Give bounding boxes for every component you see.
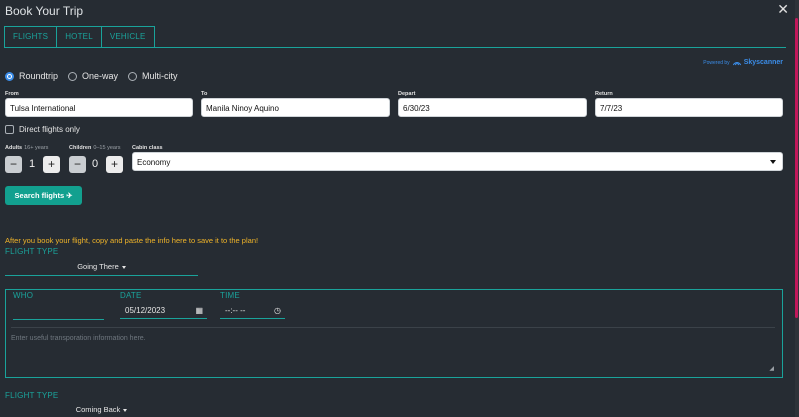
- resize-grip-icon[interactable]: ◢: [769, 365, 774, 372]
- children-decrement-button[interactable]: −: [69, 156, 86, 173]
- adults-label: Adults 16+ years: [5, 145, 48, 151]
- who-input[interactable]: [13, 306, 104, 320]
- return-label: Return: [595, 91, 613, 97]
- skyscanner-logo-icon: [732, 61, 741, 65]
- textarea-placeholder: Enter useful transporation information h…: [11, 335, 146, 342]
- close-icon[interactable]: ✕: [777, 1, 789, 18]
- date-value: 05/12/2023: [125, 306, 166, 315]
- tab-hotel[interactable]: HOTEL: [57, 26, 102, 47]
- radio-one-way[interactable]: One-way: [68, 71, 118, 81]
- transport-info-textarea[interactable]: Enter useful transporation information h…: [11, 327, 775, 373]
- direct-flights-label: Direct flights only: [19, 125, 80, 134]
- cabin-class-value: Economy: [137, 158, 171, 167]
- tab-flights[interactable]: FLIGHTS: [4, 26, 58, 47]
- who-label: WHO: [13, 291, 34, 300]
- cabin-class-select[interactable]: Economy: [132, 152, 783, 171]
- powered-by-text: Powered by: [703, 59, 730, 66]
- powered-by-skyscanner[interactable]: Powered by Skyscanner: [703, 59, 783, 66]
- adults-decrement-button[interactable]: −: [5, 156, 22, 173]
- tab-vehicle[interactable]: VEHICLE: [101, 26, 155, 47]
- caret-down-icon: [121, 265, 126, 269]
- flight-type-label-going: FLIGHT TYPE: [5, 247, 59, 256]
- going-flight-panel: WHO DATE 05/12/2023 ▦ TIME --:-- -- ◷ En…: [5, 289, 783, 378]
- time-label: TIME: [220, 291, 240, 300]
- return-field[interactable]: 7/7/23: [595, 98, 783, 117]
- caret-down-icon: [123, 408, 128, 412]
- calendar-icon[interactable]: ▦: [195, 306, 203, 315]
- checkbox-icon: [5, 125, 14, 134]
- to-label: To: [201, 91, 208, 97]
- radio-one-way-label: One-way: [82, 71, 119, 81]
- coming-back-dropdown[interactable]: Coming Back: [5, 405, 198, 417]
- depart-label: Depart: [398, 91, 416, 97]
- flight-type-label-coming: FLIGHT TYPE: [5, 391, 59, 400]
- from-field[interactable]: Tulsa International: [5, 98, 193, 117]
- booking-note: After you book your flight, copy and pas…: [5, 236, 259, 245]
- skyscanner-brand: Skyscanner: [743, 59, 783, 66]
- radio-unselected-icon: [68, 71, 78, 81]
- children-label: Children 0–15 years: [69, 145, 121, 151]
- coming-back-label: Coming Back: [75, 405, 121, 414]
- tab-bar: FLIGHTS HOTEL VEHICLE: [4, 26, 155, 47]
- scrollbar-thumb[interactable]: [795, 18, 798, 318]
- radio-unselected-icon: [128, 71, 138, 81]
- time-value: --:-- --: [225, 306, 246, 315]
- radio-multi-city[interactable]: Multi-city: [128, 71, 178, 81]
- children-count: 0: [92, 158, 99, 170]
- cabin-class-label: Cabin class: [132, 145, 163, 151]
- from-label: From: [5, 91, 19, 97]
- dialog-title: Book Your Trip: [5, 4, 84, 18]
- search-flights-button[interactable]: Search flights ✈: [5, 186, 82, 205]
- radio-selected-icon: [5, 71, 14, 81]
- radio-multi-city-label: Multi-city: [142, 71, 178, 81]
- adults-increment-button[interactable]: +: [43, 156, 60, 173]
- chevron-down-icon: [770, 160, 776, 164]
- to-field[interactable]: Manila Ninoy Aquino: [201, 98, 390, 117]
- trip-type-radios: Roundtrip One-way Multi-city: [5, 71, 178, 81]
- time-input[interactable]: --:-- -- ◷: [220, 305, 285, 319]
- clock-icon[interactable]: ◷: [274, 306, 281, 315]
- adults-label-text: Adults: [5, 145, 23, 151]
- radio-roundtrip[interactable]: Roundtrip: [5, 71, 58, 81]
- radio-roundtrip-label: Roundtrip: [19, 71, 59, 81]
- depart-field[interactable]: 6/30/23: [398, 98, 587, 117]
- children-age-range: 0–15 years: [93, 145, 121, 151]
- adults-age-range: 16+ years: [24, 145, 49, 151]
- adults-count: 1: [29, 158, 36, 170]
- date-input[interactable]: 05/12/2023 ▦: [120, 305, 207, 319]
- children-increment-button[interactable]: +: [106, 156, 123, 173]
- going-there-dropdown[interactable]: Going There: [5, 262, 198, 276]
- tab-divider: [4, 47, 786, 48]
- going-there-label: Going There: [77, 262, 119, 271]
- date-label: DATE: [120, 291, 142, 300]
- direct-flights-checkbox[interactable]: Direct flights only: [5, 125, 80, 134]
- children-label-text: Children: [69, 145, 92, 151]
